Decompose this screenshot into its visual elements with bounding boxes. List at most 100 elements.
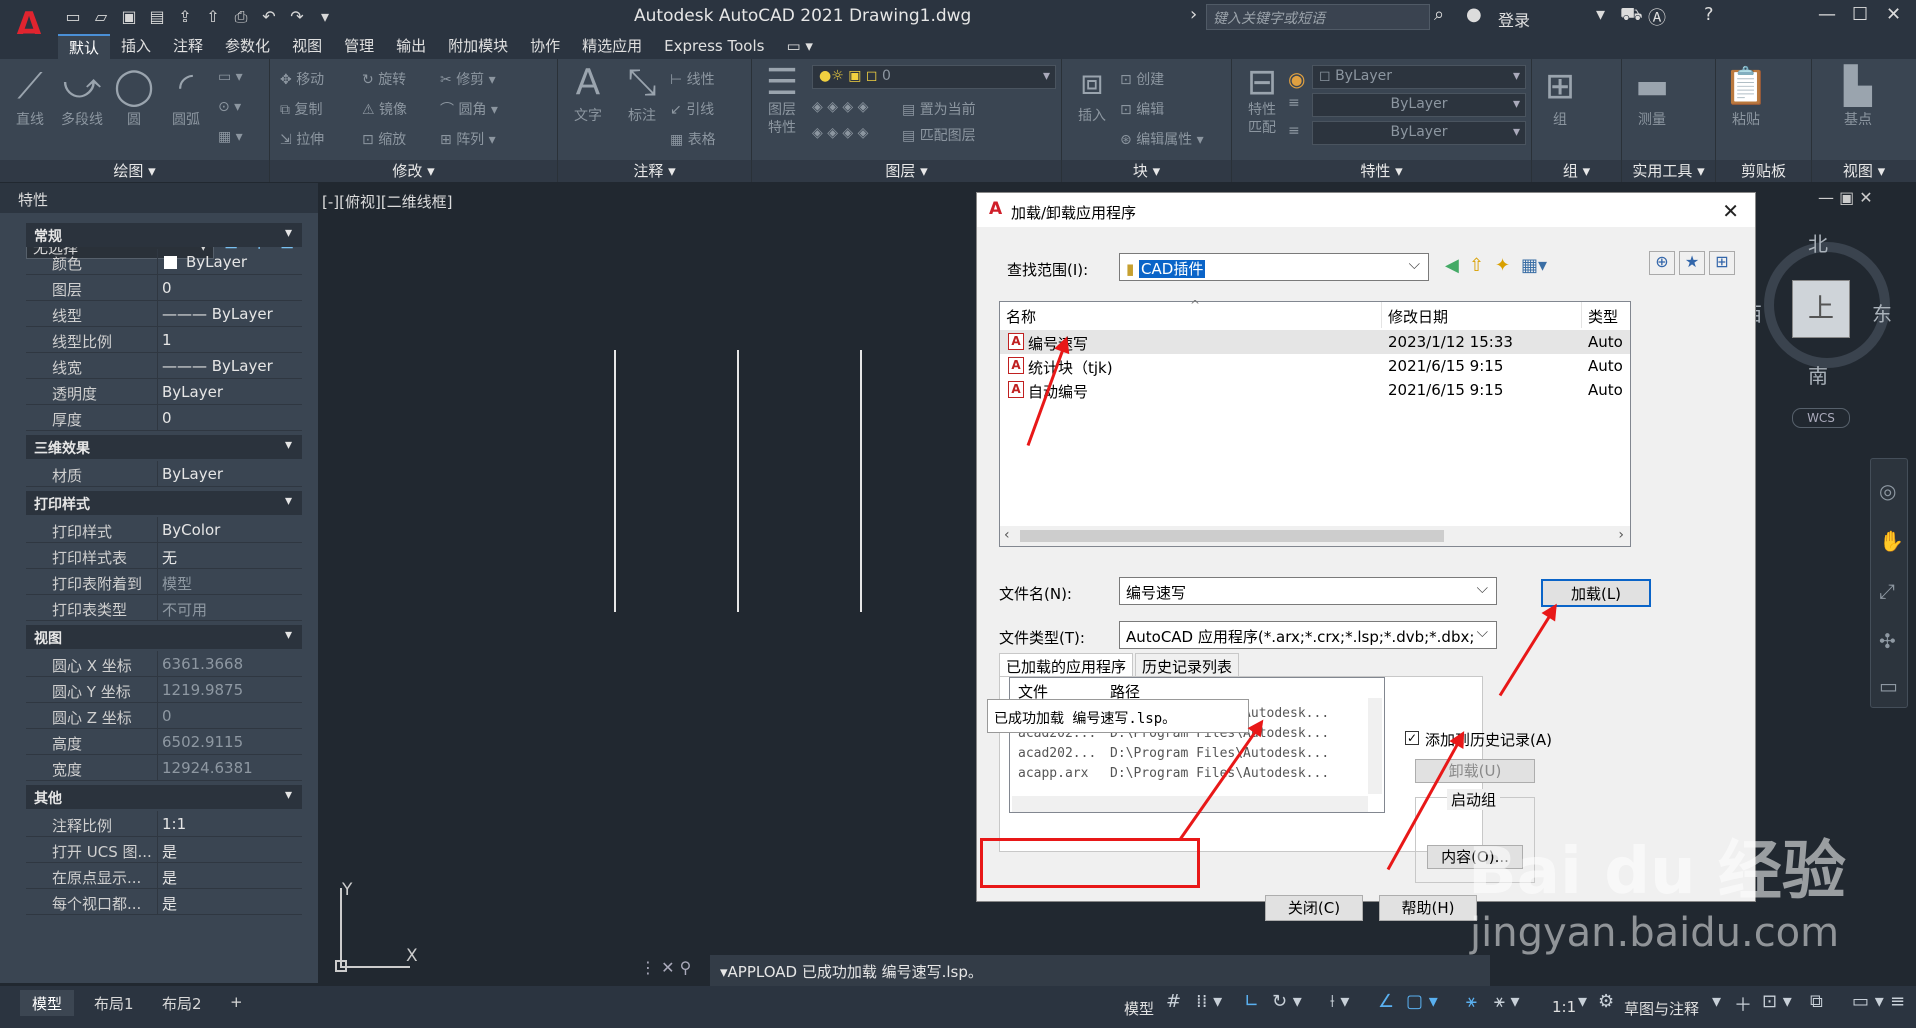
- column-type[interactable]: 类型: [1582, 302, 1630, 328]
- new-folder-icon[interactable]: ✦: [1495, 255, 1510, 276]
- arc-button[interactable]: ◜ 圆弧: [160, 65, 212, 129]
- wcs-menu[interactable]: WCS: [1792, 408, 1850, 428]
- panel-annotation-title[interactable]: 注释 ▾: [558, 160, 751, 182]
- save-icon[interactable]: ▣: [118, 6, 140, 28]
- viewcube-top-face[interactable]: 上: [1792, 280, 1850, 338]
- palette-header[interactable]: 特性: [0, 183, 318, 213]
- match-layer-button[interactable]: ▤ 匹配图层: [902, 125, 976, 145]
- viewport-window-controls[interactable]: — ▣ ✕: [1818, 188, 1873, 207]
- property-row[interactable]: 图层 0: [26, 275, 302, 301]
- export-icon[interactable]: ⇧: [202, 6, 224, 28]
- measure-button[interactable]: ▬ 测量: [1626, 65, 1678, 129]
- property-row[interactable]: 透明度 ByLayer: [26, 379, 302, 405]
- property-row[interactable]: 线型比例 1: [26, 327, 302, 353]
- tab-manage[interactable]: 管理: [333, 34, 385, 59]
- move-button[interactable]: ✥ 移动: [280, 69, 324, 89]
- panel-block-title[interactable]: 块 ▾: [1062, 160, 1231, 182]
- match-properties-button[interactable]: ⊟ 特性 匹配: [1236, 61, 1288, 137]
- property-row[interactable]: 厚度 0: [26, 405, 302, 431]
- pan-icon[interactable]: ✋: [1879, 529, 1904, 553]
- zoom-extents-icon[interactable]: ⤢: [1879, 579, 1895, 603]
- dimension-button[interactable]: ⤡ 标注: [616, 61, 668, 125]
- print-icon[interactable]: ⎙: [230, 6, 252, 28]
- tab-addins[interactable]: 附加模块: [437, 34, 519, 59]
- edit-block-button[interactable]: ⊡ 编辑: [1120, 99, 1164, 119]
- linetype-combo[interactable]: ByLayer: [1312, 93, 1526, 117]
- help-button[interactable]: 帮助(H): [1379, 895, 1477, 921]
- steering-wheel-icon[interactable]: ◎: [1879, 479, 1896, 503]
- scroll-left-icon[interactable]: ‹: [1004, 527, 1010, 543]
- back-icon[interactable]: ◀: [1445, 255, 1459, 276]
- unload-button[interactable]: 卸载(U): [1415, 759, 1535, 783]
- add-favorite-icon[interactable]: ⊞: [1709, 251, 1735, 275]
- panel-groups-title[interactable]: 组 ▾: [1532, 160, 1621, 182]
- command-line[interactable]: ▾APPLOAD 已成功加载 编号速写.lsp。: [710, 955, 1490, 987]
- scale-dropdown-icon[interactable]: ▾: [1578, 991, 1587, 1012]
- tab-history[interactable]: 历史记录列表: [1135, 653, 1240, 677]
- save-as-icon[interactable]: ▤: [146, 6, 168, 28]
- tab-output[interactable]: 输出: [385, 34, 437, 59]
- line-button[interactable]: ⟋ 直线: [4, 65, 56, 129]
- horizontal-scrollbar[interactable]: ‹ ›: [1000, 526, 1630, 546]
- section-header[interactable]: 打印样式: [26, 491, 302, 515]
- property-row[interactable]: 打印样式表 无: [26, 543, 302, 569]
- maximize-icon[interactable]: ☐: [1852, 4, 1868, 25]
- panel-draw-title[interactable]: 绘图 ▾: [0, 160, 269, 182]
- dropdown-icon[interactable]: ▾: [1596, 4, 1605, 25]
- stretch-button[interactable]: ⇲ 拉伸: [280, 129, 324, 149]
- property-row[interactable]: 圆心 Y 坐标 1219.9875: [26, 677, 302, 703]
- rotate-button[interactable]: ↻ 旋转: [362, 69, 406, 89]
- add-icon[interactable]: ＋: [1734, 991, 1752, 1017]
- customize-qat-icon[interactable]: ▾: [314, 6, 336, 28]
- units-icon[interactable]: ⊡ ▾: [1762, 991, 1792, 1012]
- tab-collaborate[interactable]: 协作: [519, 34, 571, 59]
- property-row[interactable]: 高度 6502.9115: [26, 729, 302, 755]
- panel-utilities-title[interactable]: 实用工具 ▾: [1622, 160, 1715, 182]
- help-icon[interactable]: ?: [1704, 4, 1714, 25]
- views-icon[interactable]: ▦▾: [1521, 255, 1547, 276]
- model-space-button[interactable]: 模型: [1124, 998, 1154, 1019]
- property-row[interactable]: 打印表类型 不可用: [26, 595, 302, 621]
- linear-button[interactable]: ⊢ 线性: [670, 69, 715, 89]
- property-row[interactable]: 打印表附着到 模型: [26, 569, 302, 595]
- tab-annotate[interactable]: 注释: [162, 34, 214, 59]
- file-row[interactable]: A 自动编号 2021/6/15 9:15 Auto: [1000, 378, 1630, 402]
- copy-button[interactable]: ⧉ 复制: [280, 99, 322, 119]
- table-button[interactable]: ▦ 表格: [670, 129, 716, 149]
- property-row[interactable]: 宽度 12924.6381: [26, 755, 302, 781]
- compass-east[interactable]: 东: [1872, 298, 1892, 327]
- text-button[interactable]: A 文字: [562, 61, 614, 125]
- layout-tab-1[interactable]: 布局1: [82, 990, 146, 1016]
- polyline-button[interactable]: ⤻ 多段线: [56, 65, 108, 129]
- fullscreen-icon[interactable]: ▭ ▾: [1852, 991, 1884, 1012]
- layer-tools-row[interactable]: ◈ ◈ ◈ ◈: [812, 99, 868, 115]
- layer-tools-row-2[interactable]: ◈ ◈ ◈ ◈: [812, 125, 868, 141]
- isodraft-icon[interactable]: ⟊ ▾: [1330, 991, 1349, 1012]
- cmdline-handle-icon[interactable]: ⋮ ✕ ⚲: [640, 958, 691, 977]
- set-current-button[interactable]: ▤ 置为当前: [902, 99, 976, 119]
- find-icon[interactable]: ⊕: [1649, 251, 1675, 275]
- trim-button[interactable]: ✂ 修剪 ▾: [440, 69, 496, 89]
- add-history-checkbox[interactable]: ✓: [1405, 731, 1419, 745]
- leader-button[interactable]: ↙ 引线: [670, 99, 714, 119]
- tab-loaded-apps[interactable]: 已加载的应用程序: [999, 653, 1134, 677]
- workspace-gear-icon[interactable]: ⚙: [1598, 991, 1614, 1012]
- property-row[interactable]: 打印样式 ByColor: [26, 517, 302, 543]
- panel-clipboard-title[interactable]: 剪贴板: [1716, 160, 1811, 182]
- favorites-icon[interactable]: ★: [1679, 251, 1705, 275]
- group-button[interactable]: ⊞ 组: [1534, 65, 1586, 129]
- viewport-controls[interactable]: [-][俯视][二维线框]: [322, 191, 453, 212]
- tab-insert[interactable]: 插入: [110, 34, 162, 59]
- property-row[interactable]: 圆心 Z 坐标 0: [26, 703, 302, 729]
- search-input[interactable]: 键入关键字或短语: [1206, 4, 1430, 30]
- fillet-button[interactable]: ⌒ 圆角 ▾: [440, 99, 498, 119]
- tab-express-tools[interactable]: Express Tools: [653, 34, 775, 59]
- filename-input[interactable]: 编号速写: [1119, 577, 1497, 605]
- edit-attributes-button[interactable]: ⊛ 编辑属性 ▾: [1120, 129, 1204, 149]
- viewcube[interactable]: 北 南 东 西 上: [1742, 228, 1892, 388]
- close-button[interactable]: 关闭(C): [1265, 895, 1363, 921]
- customize-icon[interactable]: ≡: [1890, 991, 1905, 1012]
- cart-icon[interactable]: ⛟: [1620, 4, 1643, 28]
- search-icon[interactable]: ⌕: [1434, 4, 1444, 25]
- layer-properties-button[interactable]: ☰ 图层 特性: [756, 61, 808, 137]
